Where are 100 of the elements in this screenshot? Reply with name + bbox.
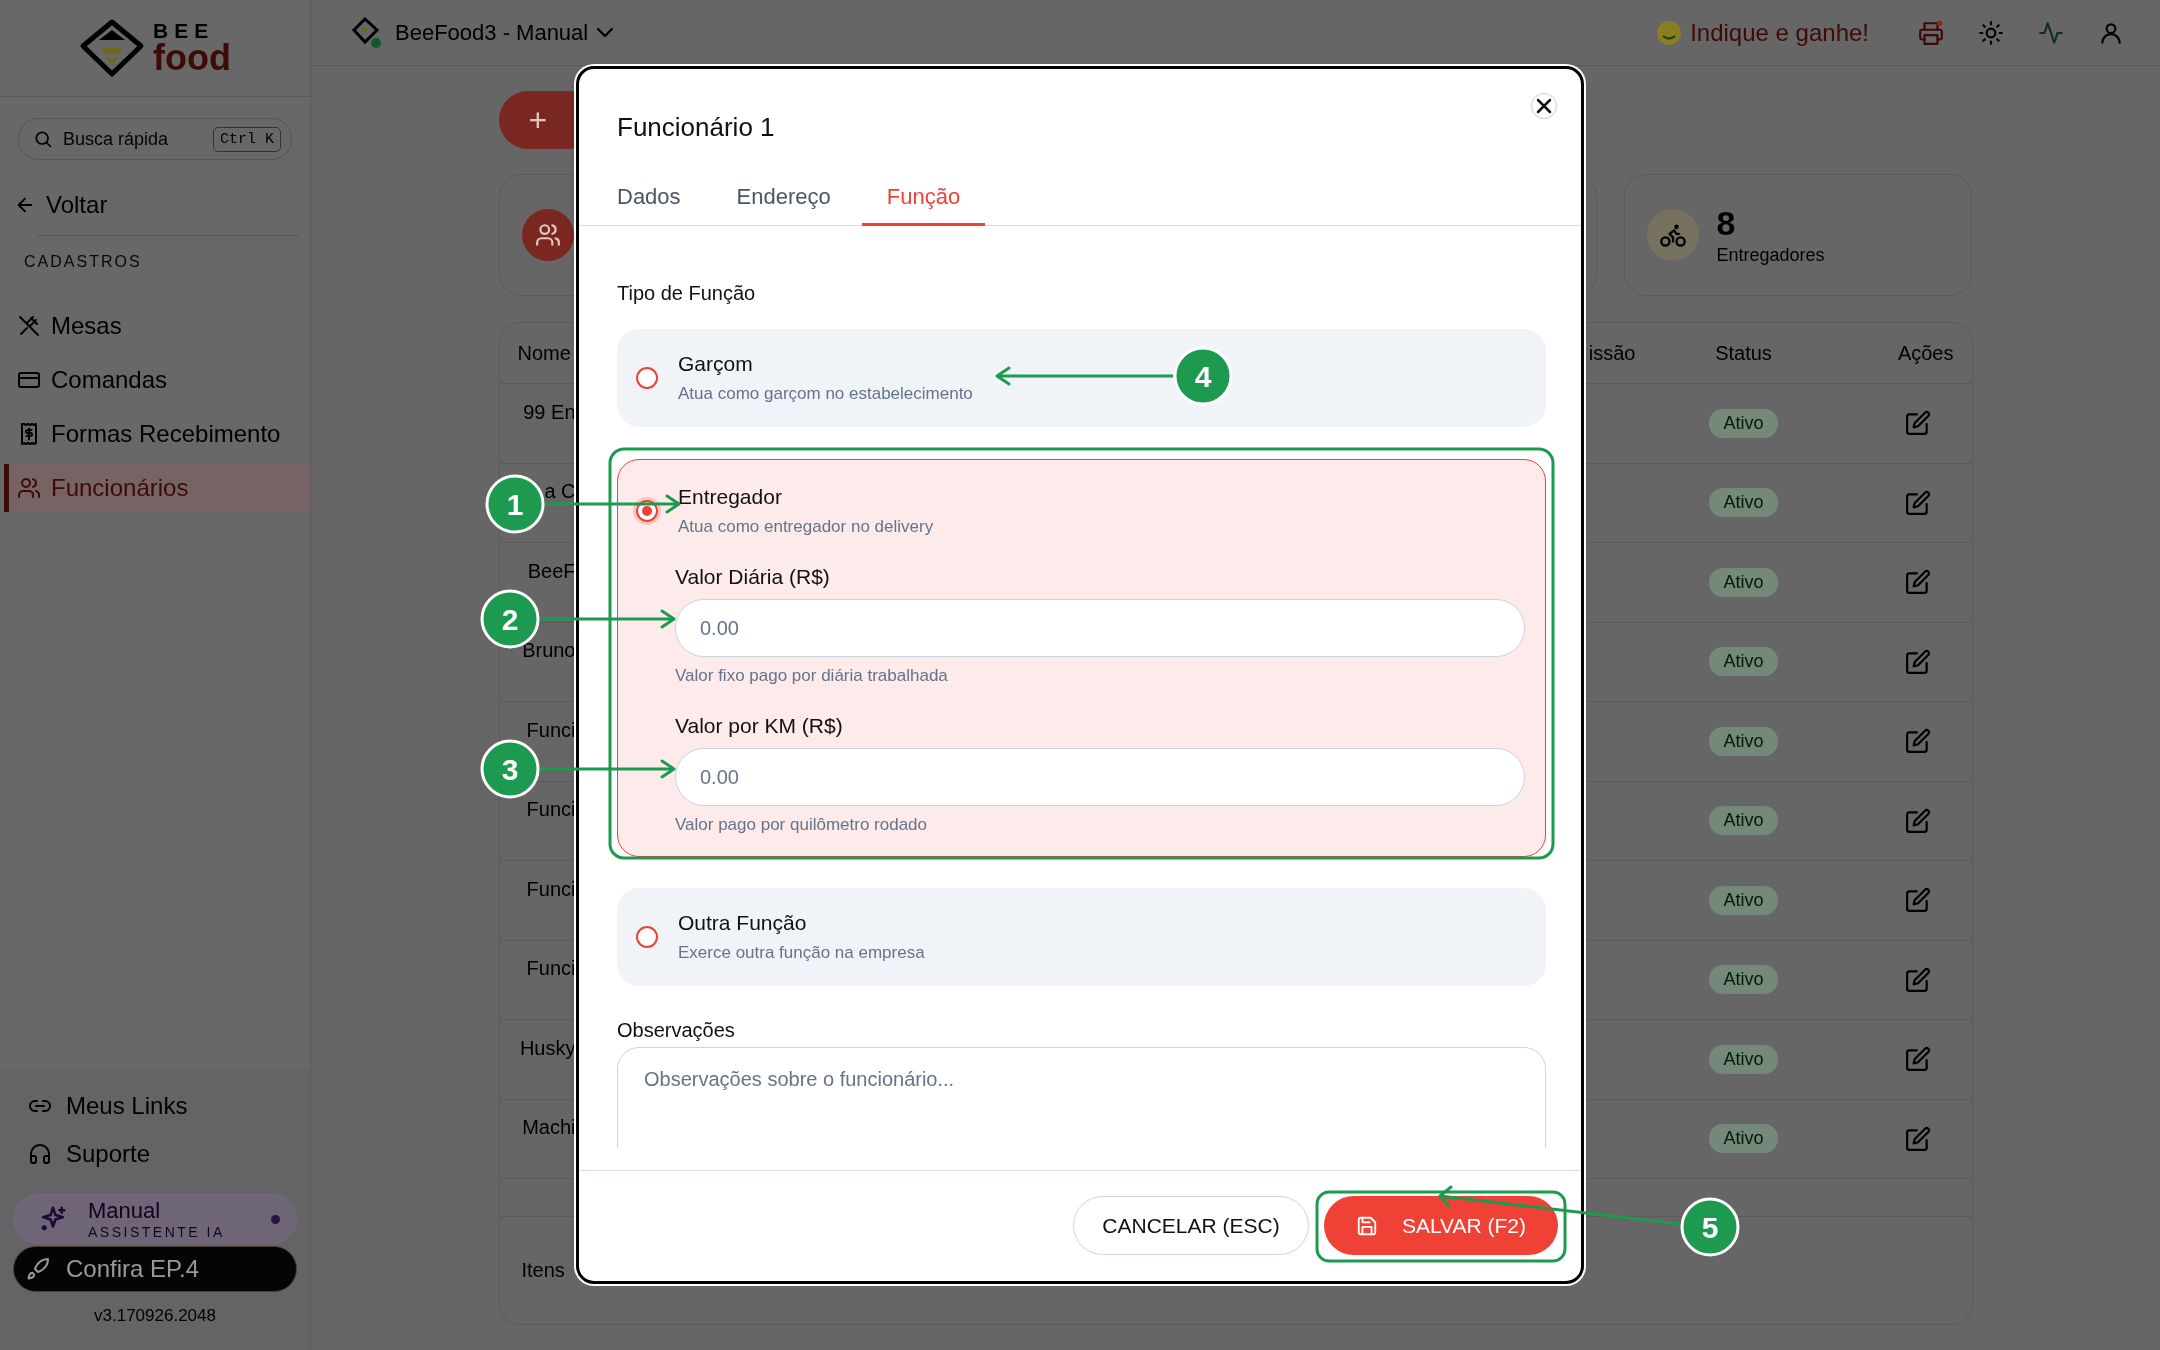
- edit-icon: [1904, 1125, 1931, 1152]
- printer-button[interactable]: [1918, 19, 1944, 46]
- search-field[interactable]: Busca rápida: [63, 128, 203, 150]
- option-title: Garçom: [678, 351, 754, 377]
- option-title: Outra Função: [678, 910, 808, 936]
- users-icon: [534, 222, 561, 248]
- sidebar-item[interactable]: Mesas: [4, 302, 310, 350]
- edit-button[interactable]: [1904, 807, 1931, 834]
- field-label: Observações: [617, 1018, 736, 1043]
- table-cell: BeeF: [527, 559, 576, 582]
- option-card[interactable]: Outra Função Exerce outra função na empresa: [617, 888, 1546, 986]
- table-cell: Funci: [526, 798, 576, 821]
- status-badge: Ativo: [1709, 408, 1778, 438]
- field-hint: Valor fixo pago por diária trabalhada: [675, 665, 949, 687]
- assistant-subtitle: ASSISTENTE IA: [88, 1224, 226, 1239]
- notes-field[interactable]: Observações sobre o funcionário...: [617, 1047, 1546, 1148]
- edit-button[interactable]: [1904, 728, 1931, 755]
- status-badge: Ativo: [1709, 806, 1778, 836]
- add-button[interactable]: +: [498, 91, 576, 149]
- logo-text: BEE: [153, 20, 216, 42]
- version-text: v3.170926.2048: [93, 1305, 217, 1327]
- promo-button[interactable]: Confira EP.4: [13, 1246, 297, 1292]
- edit-button[interactable]: [1904, 489, 1931, 516]
- sun-button[interactable]: [1978, 19, 2004, 46]
- edit-button[interactable]: [1904, 569, 1931, 596]
- column-header: Nome: [516, 341, 572, 365]
- edit-icon: [1904, 966, 1931, 993]
- option-card[interactable]: Entregador Atua como entregador no delivery Valor Diária (R$) 0.00 Valor fixo pago por diária trabalhada Valor por KM (R$) 0.00 Valor pago por quilômetro rodado: [617, 459, 1546, 857]
- table-cell: Husky: [519, 1036, 576, 1059]
- activity-icon: [2038, 19, 2064, 46]
- table-cell: Funci: [526, 877, 576, 900]
- edit-button[interactable]: [1904, 1046, 1931, 1073]
- edit-icon: [1904, 807, 1931, 834]
- step-badge: 1: [485, 474, 545, 534]
- option-description: Exerce outra função na empresa: [678, 942, 925, 964]
- edit-icon: [1904, 728, 1931, 755]
- edit-icon: [1904, 489, 1931, 516]
- status-badge: Ativo: [1709, 647, 1778, 677]
- chevron-down-icon: [598, 29, 613, 36]
- status-badge: Ativo: [1709, 1124, 1778, 1154]
- section-title: Tipo de Função: [617, 281, 757, 306]
- radio-button[interactable]: [636, 926, 658, 948]
- column-header: issão: [1587, 341, 1637, 365]
- table-cell: Funci: [526, 957, 576, 980]
- sidebar-link[interactable]: Meus Links: [0, 1082, 310, 1130]
- rocket-icon: [26, 1257, 50, 1281]
- edit-icon: [1904, 1046, 1931, 1073]
- workspace-selector[interactable]: BeeFood3 - Manual: [351, 15, 613, 50]
- sidebar-item[interactable]: Comandas: [4, 356, 310, 404]
- assistant-title: Manual: [88, 1199, 162, 1222]
- edit-button[interactable]: [1904, 887, 1931, 914]
- headset-icon: [28, 1142, 52, 1166]
- back-link[interactable]: Voltar: [14, 187, 108, 223]
- option-description: Atua como garçom no estabelecimento: [678, 383, 973, 405]
- column-header: Ações: [1896, 341, 1955, 365]
- edit-icon: [1904, 569, 1931, 596]
- section-title: CADASTROS: [24, 252, 143, 272]
- input-field[interactable]: 0.00: [675, 748, 1525, 806]
- logo-icon: [79, 18, 145, 78]
- dialog-title: Funcionário 1: [617, 111, 776, 144]
- edit-button[interactable]: [1904, 1125, 1931, 1152]
- input-field[interactable]: 0.00: [675, 599, 1525, 657]
- edit-button[interactable]: [1904, 966, 1931, 993]
- logo-text: food: [153, 41, 231, 76]
- search-bar[interactable]: Busca rápida Ctrl K: [18, 118, 292, 160]
- assistant-button[interactable]: Manual ASSISTENTE IA: [13, 1194, 297, 1244]
- tab[interactable]: Função: [861, 170, 986, 226]
- stat-value: 8: [1716, 206, 1737, 240]
- status-badge: Ativo: [1709, 726, 1778, 756]
- table-cell: a C: [544, 480, 576, 503]
- field-label: Valor Diária (R$): [675, 564, 831, 590]
- edit-button[interactable]: [1904, 410, 1931, 437]
- emoji-icon: [1656, 19, 1683, 46]
- users-icon: [17, 476, 41, 500]
- option-description: Atua como entregador no delivery: [678, 516, 934, 538]
- activity-button[interactable]: [2038, 19, 2064, 46]
- save-button[interactable]: SALVAR (F2): [1324, 1196, 1558, 1255]
- tab[interactable]: Endereço: [711, 170, 856, 226]
- column-header: Status: [1714, 341, 1773, 365]
- table-cell: Machi: [522, 1116, 576, 1139]
- sidebar-item[interactable]: Funcionários: [4, 464, 310, 512]
- field-hint: Valor pago por quilômetro rodado: [675, 814, 928, 836]
- sidebar-item[interactable]: Formas Recebimento: [4, 410, 310, 458]
- save-icon: [1355, 1214, 1378, 1237]
- tab[interactable]: Dados: [592, 170, 706, 226]
- close-button[interactable]: [1531, 93, 1557, 119]
- status-badge: Ativo: [1709, 488, 1778, 518]
- shortcut-key: Ctrl K: [213, 126, 281, 152]
- status-badge: Ativo: [1709, 885, 1778, 915]
- cancel-button[interactable]: CANCELAR (ESC): [1073, 1196, 1309, 1255]
- field-label: Valor por KM (R$): [675, 713, 844, 739]
- edit-button[interactable]: [1904, 648, 1931, 675]
- step-badge: 5: [1680, 1197, 1740, 1257]
- radio-button[interactable]: [636, 500, 658, 522]
- printer-icon: [1918, 19, 1944, 46]
- edit-icon: [1904, 648, 1931, 675]
- referral-link[interactable]: Indique e ganhe!: [1656, 18, 1869, 47]
- sidebar-link[interactable]: Suporte: [0, 1130, 310, 1178]
- radio-button[interactable]: [636, 367, 658, 389]
- utensils-icon: [17, 314, 41, 338]
